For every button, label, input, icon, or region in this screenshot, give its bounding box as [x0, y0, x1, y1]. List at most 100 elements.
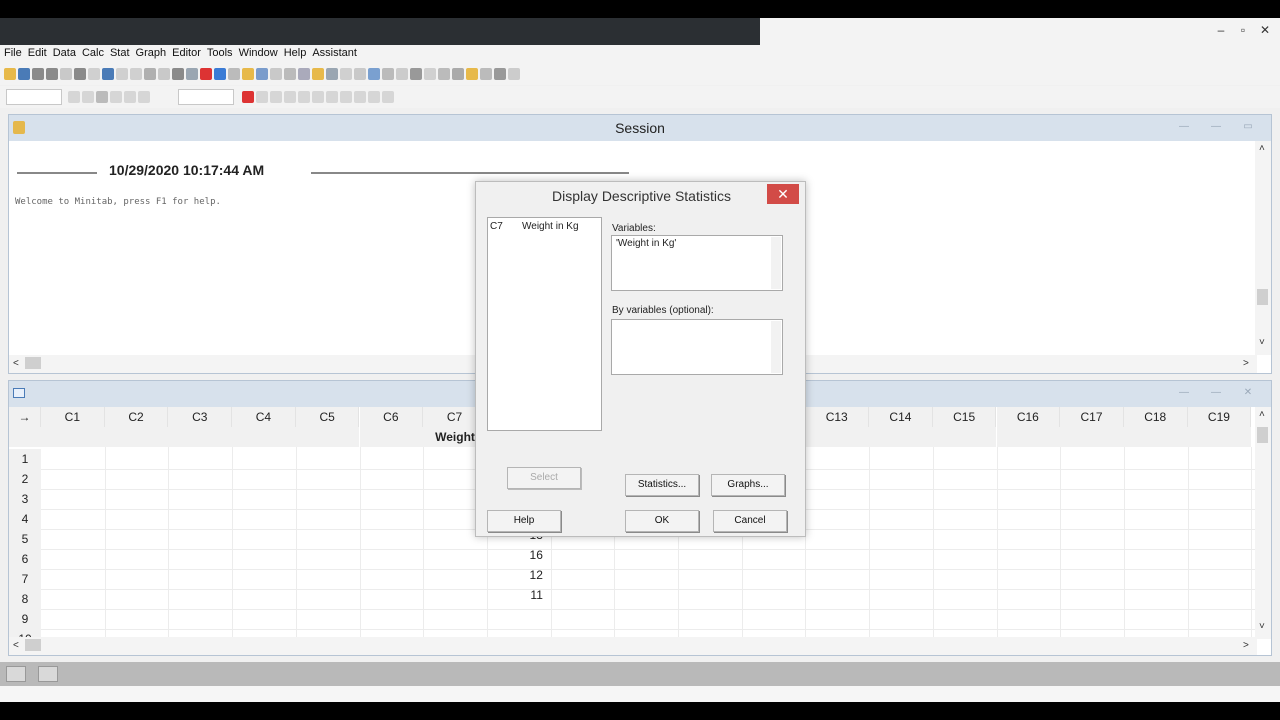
column-name-c18[interactable] [1123, 427, 1188, 447]
pane-restore-icon[interactable]: — [1205, 121, 1227, 135]
toolbar-button-icon[interactable] [256, 68, 268, 80]
select-button[interactable]: Select [507, 467, 581, 489]
row-corner[interactable]: → [9, 407, 41, 427]
toolbar-button-icon[interactable] [88, 68, 100, 80]
menu-item-file[interactable]: File [0, 45, 24, 59]
field-scrollbar[interactable] [771, 237, 781, 289]
scroll-thumb[interactable] [25, 357, 41, 369]
toolbar-button-icon[interactable] [242, 91, 254, 103]
column-name-c5[interactable] [295, 427, 360, 447]
toolbar-button-icon[interactable] [4, 68, 16, 80]
toolbar-button-icon[interactable] [480, 68, 492, 80]
session-vertical-scrollbar[interactable]: ˄ ˅ [1255, 141, 1271, 355]
menu-item-window[interactable]: Window [235, 45, 280, 59]
toolbar-button-icon[interactable] [340, 68, 352, 80]
scroll-down-icon[interactable]: ˅ [1259, 337, 1265, 348]
close-icon[interactable]: ✕ [767, 184, 799, 204]
row-header[interactable]: 2 [9, 469, 41, 489]
toolbar-button-icon[interactable] [382, 68, 394, 80]
toolbar-button-icon[interactable] [32, 68, 44, 80]
help-button[interactable]: Help [487, 510, 561, 532]
row-header[interactable]: 4 [9, 509, 41, 529]
toolbar-button-icon[interactable] [18, 68, 30, 80]
toolbar-button-icon[interactable] [466, 68, 478, 80]
toolbar-button-icon[interactable] [298, 68, 310, 80]
variables-field[interactable]: 'Weight in Kg' [611, 235, 783, 291]
graphs-button[interactable]: Graphs... [711, 474, 785, 496]
column-name-c19[interactable] [1187, 427, 1252, 447]
toolbar-button-icon[interactable] [256, 91, 268, 103]
restore-icon[interactable]: ▫ [1232, 22, 1254, 38]
toolbar-button-icon[interactable] [102, 68, 114, 80]
menu-item-help[interactable]: Help [280, 45, 309, 59]
toolbar-button-icon[interactable] [144, 68, 156, 80]
menu-item-graph[interactable]: Graph [132, 45, 169, 59]
toolbar-button-icon[interactable] [326, 91, 338, 103]
column-name-c2[interactable] [104, 427, 169, 447]
scroll-thumb[interactable] [1257, 289, 1268, 305]
scroll-up-icon[interactable]: ˄ [1259, 409, 1265, 420]
by-variables-field[interactable] [611, 319, 783, 375]
cancel-button[interactable]: Cancel [713, 510, 787, 532]
column-name-c1[interactable] [41, 427, 105, 447]
toolbar-button-icon[interactable] [368, 91, 380, 103]
toolbar-button-icon[interactable] [214, 68, 226, 80]
toolbar-button-icon[interactable] [368, 68, 380, 80]
scroll-left-icon[interactable]: < [13, 358, 19, 369]
column-name-c16[interactable] [996, 427, 1061, 447]
toolbar-button-icon[interactable] [74, 68, 86, 80]
toolbar-button-icon[interactable] [494, 68, 506, 80]
toolbar-button-icon[interactable] [270, 91, 282, 103]
column-header-c16[interactable]: C16 [996, 407, 1061, 427]
toolbar-button-icon[interactable] [508, 68, 520, 80]
menu-item-tools[interactable]: Tools [203, 45, 235, 59]
toolbar-button-icon[interactable] [138, 91, 150, 103]
column-name-c17[interactable] [1060, 427, 1124, 447]
toolbar-button-icon[interactable] [68, 91, 80, 103]
column-header-c5[interactable]: C5 [295, 407, 360, 427]
toolbar-button-icon[interactable] [124, 91, 136, 103]
table-cell[interactable]: 11 [513, 585, 542, 605]
column-header-c2[interactable]: C2 [104, 407, 169, 427]
row-header[interactable]: 8 [9, 589, 41, 609]
minimize-icon[interactable]: – [1210, 22, 1232, 38]
column-header-c17[interactable]: C17 [1060, 407, 1124, 427]
toolbar-button-icon[interactable] [186, 68, 198, 80]
toolbar-button-icon[interactable] [158, 68, 170, 80]
toolbar-button-icon[interactable] [82, 91, 94, 103]
toolbar-button-icon[interactable] [96, 91, 108, 103]
pane-minimize-icon[interactable]: — [1173, 387, 1195, 401]
toolbar-combo-1[interactable] [6, 89, 62, 105]
variable-listbox[interactable]: C7 Weight in Kg [487, 217, 602, 431]
toolbar-button-icon[interactable] [410, 68, 422, 80]
tray-window-button[interactable] [6, 666, 26, 682]
worksheet-horizontal-scrollbar[interactable]: < > [9, 637, 1257, 655]
scroll-right-icon[interactable]: > [1243, 640, 1249, 651]
toolbar-button-icon[interactable] [60, 68, 72, 80]
pane-maximize-icon[interactable]: ▭ [1237, 121, 1259, 135]
pane-minimize-icon[interactable]: — [1173, 121, 1195, 135]
table-cell[interactable]: 16 [513, 545, 543, 565]
column-header-c14[interactable]: C14 [869, 407, 933, 427]
column-name-c6[interactable] [359, 427, 424, 447]
scroll-down-icon[interactable]: ˅ [1259, 621, 1265, 632]
scroll-thumb[interactable] [25, 639, 41, 651]
toolbar-button-icon[interactable] [46, 68, 58, 80]
scroll-thumb[interactable] [1257, 427, 1268, 443]
column-header-c13[interactable]: C13 [805, 407, 870, 427]
toolbar-button-icon[interactable] [326, 68, 338, 80]
close-icon[interactable]: ✕ [1254, 22, 1276, 38]
toolbar-button-icon[interactable] [382, 91, 394, 103]
menu-item-stat[interactable]: Stat [106, 45, 132, 59]
toolbar-button-icon[interactable] [424, 68, 436, 80]
toolbar-button-icon[interactable] [172, 68, 184, 80]
menu-item-data[interactable]: Data [49, 45, 78, 59]
row-header[interactable]: 3 [9, 489, 41, 509]
row-header[interactable]: 5 [9, 529, 41, 549]
column-name-c14[interactable] [869, 427, 933, 447]
toolbar-button-icon[interactable] [438, 68, 450, 80]
toolbar-button-icon[interactable] [130, 68, 142, 80]
toolbar-button-icon[interactable] [340, 91, 352, 103]
toolbar-button-icon[interactable] [284, 68, 296, 80]
scroll-left-icon[interactable]: < [13, 640, 19, 651]
